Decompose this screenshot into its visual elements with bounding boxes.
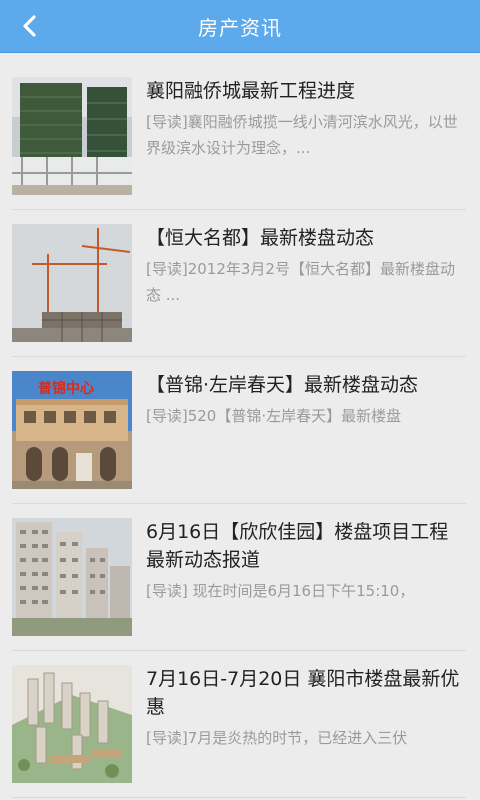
news-summary: [导读]2012年3月2号【恒大名都】最新楼盘动态 ... bbox=[146, 260, 455, 304]
news-item[interactable]: 6月16日【欣欣佳园】楼盘项目工程最新动态报道 [导读] 现在时间是6月16日下… bbox=[12, 504, 466, 651]
news-thumbnail bbox=[12, 224, 132, 342]
app-header: 房产资讯 bbox=[0, 0, 480, 53]
news-item[interactable]: 普锦中心 【普锦·左岸春天】最新楼盘动态 [导读]520【普锦·左岸春天】最新楼… bbox=[12, 357, 466, 504]
news-title: 6月16日【欣欣佳园】楼盘项目工程最新动态报道 bbox=[146, 521, 449, 571]
news-summary: [导读]7月是炎热的时节，已经进入三伏 bbox=[146, 729, 408, 747]
page-title: 房产资讯 bbox=[198, 15, 282, 40]
back-button[interactable] bbox=[12, 10, 48, 42]
news-summary: [导读] 现在时间是6月16日下午15:10， bbox=[146, 582, 415, 600]
news-title: 【普锦·左岸春天】最新楼盘动态 bbox=[146, 374, 419, 396]
news-list: 襄阳融侨城最新工程进度 [导读]襄阳融侨城揽一线小清河滨水风光，以世界级滨水设计… bbox=[0, 53, 480, 798]
news-item[interactable]: 襄阳融侨城最新工程进度 [导读]襄阳融侨城揽一线小清河滨水风光，以世界级滨水设计… bbox=[12, 63, 466, 210]
news-thumbnail: 普锦中心 bbox=[12, 371, 132, 489]
news-item[interactable]: 【恒大名都】最新楼盘动态 [导读]2012年3月2号【恒大名都】最新楼盘动态 .… bbox=[12, 210, 466, 357]
news-item[interactable]: 7月16日-7月20日 襄阳市楼盘最新优惠 [导读]7月是炎热的时节，已经进入三… bbox=[12, 651, 466, 798]
building-sign: 普锦中心 bbox=[38, 380, 94, 397]
news-title: 7月16日-7月20日 襄阳市楼盘最新优惠 bbox=[146, 668, 460, 718]
news-summary: [导读]襄阳融侨城揽一线小清河滨水风光，以世界级滨水设计为理念，... bbox=[146, 113, 458, 157]
news-thumbnail bbox=[12, 665, 132, 783]
news-title: 襄阳融侨城最新工程进度 bbox=[146, 80, 356, 102]
news-thumbnail bbox=[12, 518, 132, 636]
news-summary: [导读]520【普锦·左岸春天】最新楼盘 bbox=[146, 407, 402, 425]
chevron-left-icon bbox=[23, 15, 36, 37]
news-thumbnail bbox=[12, 77, 132, 195]
news-title: 【恒大名都】最新楼盘动态 bbox=[146, 227, 375, 249]
